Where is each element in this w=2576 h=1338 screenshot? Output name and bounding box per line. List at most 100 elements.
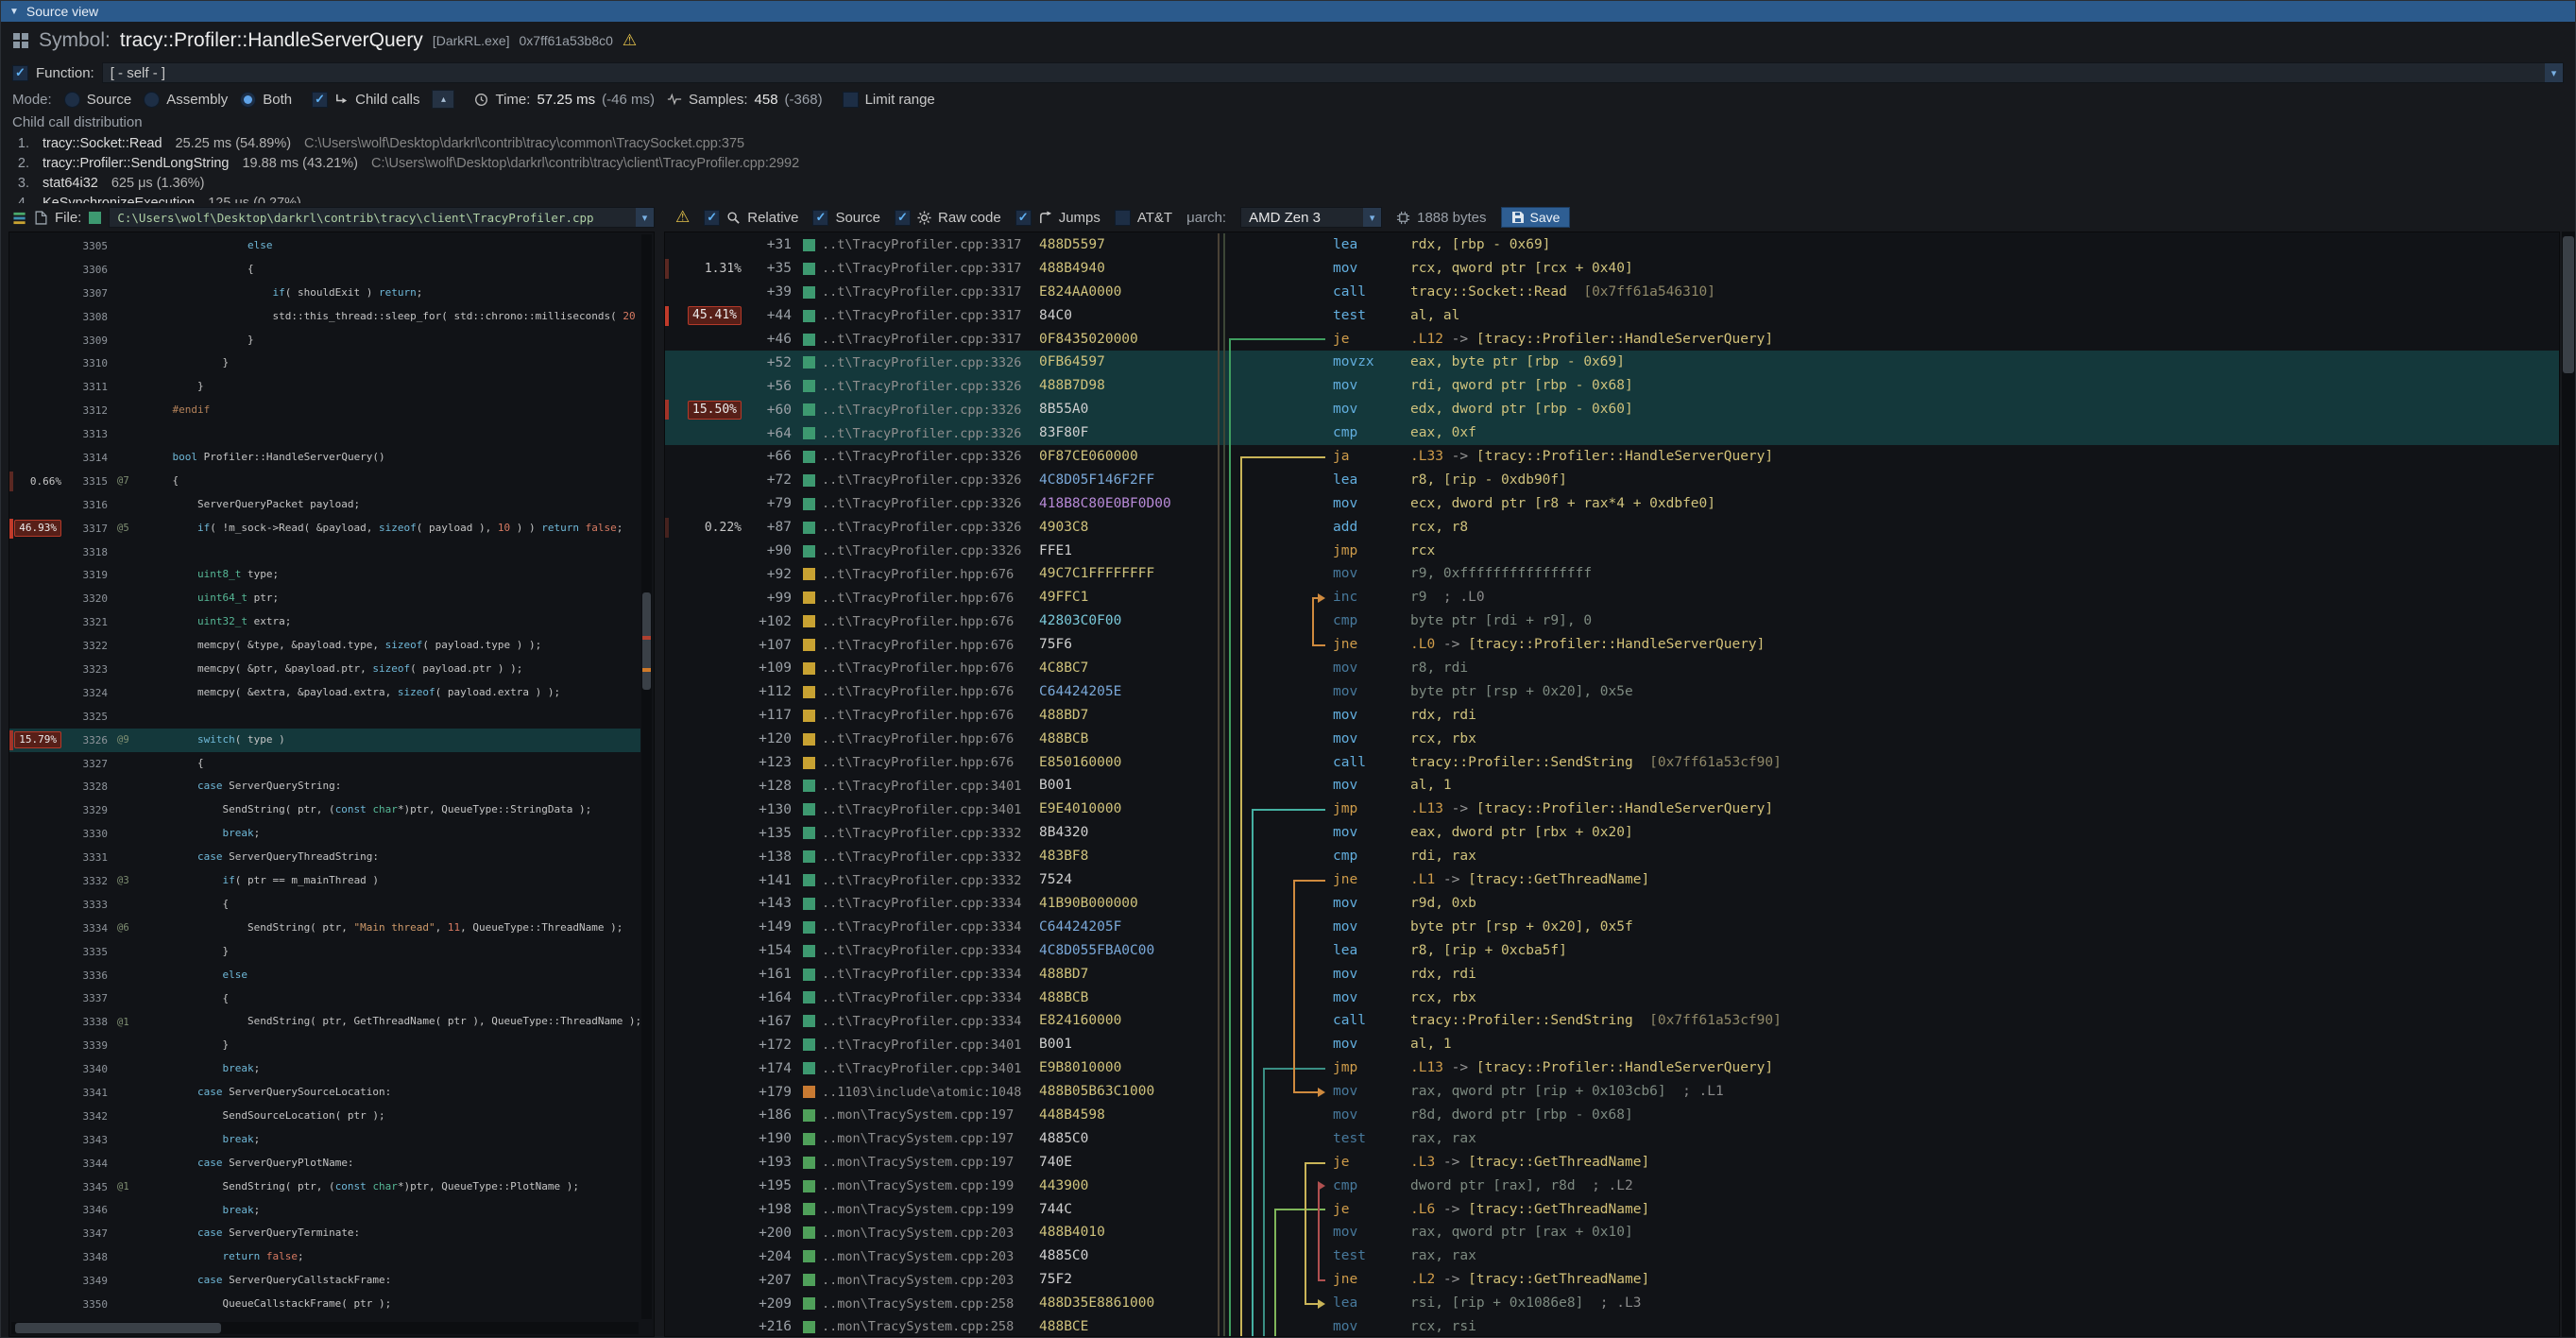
relative-toggle[interactable]: ✓ Relative (704, 210, 798, 226)
source-row[interactable]: 3336 else (9, 964, 640, 987)
child-call-item[interactable]: 4.KeSynchronizeExecution125 μs (0.27%) (12, 193, 2564, 203)
source-vertical-scrollbar[interactable] (641, 234, 652, 1319)
asm-row[interactable]: +92..t\TracyProfiler.hpp:67649C7C1FFFFFF… (665, 562, 2559, 586)
asm-row[interactable]: +141..t\TracyProfiler.cpp:33327524jne.L1… (665, 868, 2559, 892)
source-row[interactable]: 3338@1 SendString( ptr, GetThreadName( p… (9, 1010, 640, 1034)
asm-row[interactable]: +46..t\TracyProfiler.cpp:33170F843502000… (665, 328, 2559, 352)
source-row[interactable]: 3305 else (9, 234, 640, 258)
scrollbar-thumb[interactable] (642, 592, 651, 690)
jumps-toggle[interactable]: ✓ Jumps (1015, 210, 1100, 226)
asm-row[interactable]: +138..t\TracyProfiler.cpp:3332483BF8cmpr… (665, 845, 2559, 868)
asm-row[interactable]: +99..t\TracyProfiler.hpp:67649FFC1incr9 … (665, 586, 2559, 609)
source-toggle[interactable]: ✓ Source (812, 210, 880, 226)
asm-row[interactable]: +52..t\TracyProfiler.cpp:33260FB64597mov… (665, 351, 2559, 374)
source-row[interactable]: 3318 (9, 540, 640, 564)
asm-row[interactable]: +179..1103\include\atomic:1048488B05B63C… (665, 1080, 2559, 1104)
asm-row[interactable]: +135..t\TracyProfiler.cpp:33328B4320move… (665, 821, 2559, 845)
source-row[interactable]: 3319 uint8_t type; (9, 563, 640, 587)
asm-row[interactable]: +123..t\TracyProfiler.hpp:676E850160000c… (665, 751, 2559, 775)
source-row[interactable]: 3349 case ServerQueryCallstackFrame: (9, 1269, 640, 1293)
asm-row[interactable]: +193..mon\TracySystem.cpp:197740Eje.L3 -… (665, 1151, 2559, 1175)
source-row[interactable]: 3309 } (9, 329, 640, 352)
child-call-item[interactable]: 3.stat64i32625 μs (1.36%) (12, 173, 2564, 193)
save-button[interactable]: Save (1501, 207, 1571, 228)
asm-row[interactable]: +198..mon\TracySystem.cpp:199744Cje.L6 -… (665, 1198, 2559, 1222)
source-row[interactable]: 3310 } (9, 352, 640, 375)
source-row[interactable]: 3348 return false; (9, 1245, 640, 1269)
asm-row[interactable]: +39..t\TracyProfiler.cpp:3317E824AA0000c… (665, 281, 2559, 304)
chevron-down-icon[interactable]: ▾ (636, 208, 654, 227)
source-row[interactable]: 3334@6 SendString( ptr, "Main thread", 1… (9, 917, 640, 940)
asm-row[interactable]: +172..t\TracyProfiler.cpp:3401B001moval,… (665, 1033, 2559, 1056)
child-calls-expand-button[interactable]: ▴ (432, 90, 454, 109)
source-row[interactable]: 3350 QueueCallstackFrame( ptr ); (9, 1293, 640, 1316)
uarch-combo[interactable]: AMD Zen 3 ▾ (1240, 207, 1382, 228)
source-row[interactable]: 3325 (9, 705, 640, 729)
chevron-down-icon[interactable]: ▾ (1363, 208, 1381, 227)
scrollbar-thumb[interactable] (2563, 236, 2574, 373)
source-row[interactable]: 3333 { (9, 893, 640, 917)
child-call-item[interactable]: 1.tracy::Socket::Read25.25 ms (54.89%)C:… (12, 133, 2564, 153)
source-row[interactable]: 3323 memcpy( &ptr, &payload.ptr, sizeof(… (9, 658, 640, 681)
asm-row[interactable]: +154..t\TracyProfiler.cpp:33344C8D055FBA… (665, 939, 2559, 963)
raw-code-toggle[interactable]: ✓ Raw code (895, 210, 1001, 226)
source-row[interactable]: 3332@3 if( ptr == m_mainThread ) (9, 869, 640, 893)
asm-row[interactable]: +56..t\TracyProfiler.cpp:3326488B7D98mov… (665, 374, 2559, 398)
assembly-vertical-scrollbar[interactable] (2562, 232, 2575, 1337)
asm-row[interactable]: +200..mon\TracySystem.cpp:203488B4010mov… (665, 1221, 2559, 1244)
source-row[interactable]: 3320 uint64_t ptr; (9, 587, 640, 610)
att-toggle[interactable]: ✓ AT&T (1115, 210, 1172, 226)
source-row[interactable]: 3346 break; (9, 1199, 640, 1223)
asm-row[interactable]: +107..t\TracyProfiler.hpp:67675F6jne.L0 … (665, 633, 2559, 657)
source-row[interactable]: 3308 std::this_thread::sleep_for( std::c… (9, 305, 640, 329)
asm-row[interactable]: +186..mon\TracySystem.cpp:197448B4598mov… (665, 1104, 2559, 1127)
asm-row[interactable]: +149..t\TracyProfiler.cpp:3334C64424205F… (665, 916, 2559, 939)
asm-row[interactable]: +66..t\TracyProfiler.cpp:33260F87CE06000… (665, 445, 2559, 469)
source-row[interactable]: 3307 if( shouldExit ) return; (9, 282, 640, 305)
asm-row[interactable]: +207..mon\TracySystem.cpp:20375F2jne.L2 … (665, 1268, 2559, 1292)
asm-row[interactable]: +174..t\TracyProfiler.cpp:3401E9B8010000… (665, 1056, 2559, 1080)
asm-row[interactable]: +195..mon\TracySystem.cpp:199443900cmpdw… (665, 1175, 2559, 1198)
asm-row[interactable]: +161..t\TracyProfiler.cpp:3334488BD7movr… (665, 963, 2559, 986)
source-row[interactable]: 3316 ServerQueryPacket payload; (9, 493, 640, 517)
asm-row[interactable]: +79..t\TracyProfiler.cpp:3326418B8C80E0B… (665, 492, 2559, 516)
radio-both[interactable] (240, 92, 256, 108)
asm-row[interactable]: +31..t\TracyProfiler.cpp:3317488D5597lea… (665, 233, 2559, 257)
source-row[interactable]: 3343 break; (9, 1128, 640, 1152)
collapse-icon[interactable]: ▼ (9, 7, 19, 17)
relative-checkbox[interactable]: ✓ (704, 210, 720, 226)
source-row[interactable]: 3324 memcpy( &extra, &payload.extra, siz… (9, 681, 640, 705)
source-row[interactable]: 3341 case ServerQuerySourceLocation: (9, 1081, 640, 1105)
source-row[interactable]: 3340 break; (9, 1057, 640, 1081)
source-row[interactable]: 3328 case ServerQueryString: (9, 775, 640, 798)
asm-row[interactable]: +117..t\TracyProfiler.hpp:676488BD7movrd… (665, 704, 2559, 728)
chevron-down-icon[interactable]: ▾ (2545, 63, 2563, 82)
source-row[interactable]: 3313 (9, 422, 640, 446)
child-calls-checkbox[interactable]: ✓ (312, 92, 328, 108)
asm-row[interactable]: +109..t\TracyProfiler.hpp:6764C8BC7movr8… (665, 657, 2559, 680)
asm-row[interactable]: +164..t\TracyProfiler.cpp:3334488BCBmovr… (665, 986, 2559, 1010)
asm-row[interactable]: +90..t\TracyProfiler.cpp:3326FFE1jmprcx (665, 540, 2559, 563)
source-row[interactable]: 3344 case ServerQueryPlotName: (9, 1152, 640, 1175)
asm-row[interactable]: +64..t\TracyProfiler.cpp:332683F80Fcmpea… (665, 421, 2559, 445)
att-checkbox[interactable]: ✓ (1115, 210, 1131, 226)
source-row[interactable]: 3345@1 SendString( ptr, (const char*)ptr… (9, 1175, 640, 1199)
function-checkbox[interactable]: ✓ (12, 65, 28, 81)
asm-row[interactable]: +204..mon\TracySystem.cpp:2034885C0testr… (665, 1244, 2559, 1268)
source-row[interactable]: 3329 SendString( ptr, (const char*)ptr, … (9, 798, 640, 822)
asm-row[interactable]: +167..t\TracyProfiler.cpp:3334E824160000… (665, 1009, 2559, 1033)
radio-assembly[interactable] (144, 92, 160, 108)
source-row[interactable]: 3335 } (9, 940, 640, 964)
function-combo[interactable]: [ - self - ] ▾ (102, 62, 2564, 83)
asm-row[interactable]: 45.41%+44..t\TracyProfiler.cpp:331784C0t… (665, 304, 2559, 328)
asm-row[interactable]: +72..t\TracyProfiler.cpp:33264C8D05F146F… (665, 469, 2559, 492)
file-combo[interactable]: C:\Users\wolf\Desktop\darkrl\contrib\tra… (109, 207, 655, 228)
source-row[interactable]: 3322 memcpy( &type, &payload.type, sizeo… (9, 634, 640, 658)
limit-range-checkbox[interactable]: ✓ (843, 92, 859, 108)
source-row[interactable]: 3337 { (9, 987, 640, 1011)
source-row[interactable]: 3339 } (9, 1034, 640, 1057)
raw-code-checkbox[interactable]: ✓ (895, 210, 911, 226)
child-calls-toggle[interactable]: ✓ Child calls (312, 92, 419, 108)
source-row[interactable]: 3342 SendSourceLocation( ptr ); (9, 1105, 640, 1128)
asm-row[interactable]: +209..mon\TracySystem.cpp:258488D35E8861… (665, 1292, 2559, 1315)
